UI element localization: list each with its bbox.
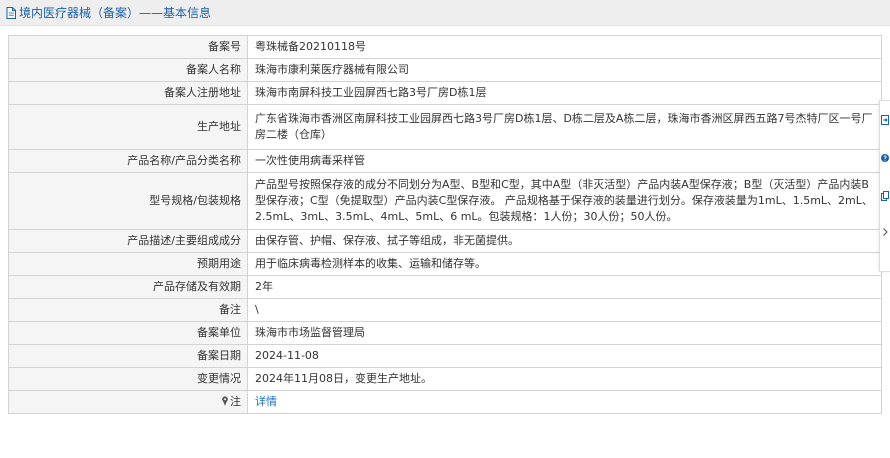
info-table: 备案号 粤珠械备20210118号 备案人名称 珠海市康利莱医疗器械有限公司 备… bbox=[8, 35, 882, 414]
row-label: 变更情况 bbox=[8, 367, 248, 391]
row-value: 珠海市康利莱医疗器械有限公司 bbox=[247, 58, 882, 82]
note-label: 注 bbox=[230, 395, 241, 408]
row-label: 产品存储及有效期 bbox=[8, 275, 248, 299]
row-value: 用于临床病毒检测样本的收集、运输和储存等。 bbox=[247, 252, 882, 276]
row-value: 珠海市市场监督管理局 bbox=[247, 321, 882, 345]
row-value: 2024-11-08 bbox=[247, 344, 882, 368]
row-value: 广东省珠海市香洲区南屏科技工业园屏西七路3号厂房D栋1层、D栋二层及A栋二层，珠… bbox=[247, 104, 882, 150]
row-label: 生产地址 bbox=[8, 104, 248, 150]
export-icon[interactable] bbox=[881, 115, 889, 125]
row-label: 备注 bbox=[8, 298, 248, 322]
row-label: 备案人名称 bbox=[8, 58, 248, 82]
table-row: 变更情况 2024年11月08日，变更生产地址。 bbox=[8, 367, 882, 391]
table-row: 产品存储及有效期 2年 bbox=[8, 275, 882, 299]
row-label: 预期用途 bbox=[8, 252, 248, 276]
table-row: 预期用途 用于临床病毒检测样本的收集、运输和储存等。 bbox=[8, 252, 882, 276]
row-value: 珠海市南屏科技工业园屏西七路3号厂房D栋1层 bbox=[247, 81, 882, 105]
table-row: 注 详情 bbox=[8, 390, 882, 414]
row-label: 备案号 bbox=[8, 35, 248, 59]
side-toolbar bbox=[879, 100, 890, 272]
table-row: 产品名称/产品分类名称 一次性使用病毒采样管 bbox=[8, 149, 882, 173]
row-label: 型号规格/包装规格 bbox=[8, 172, 248, 230]
table-row: 备注 \ bbox=[8, 298, 882, 322]
row-value: 一次性使用病毒采样管 bbox=[247, 149, 882, 173]
table-row: 备案人注册地址 珠海市南屏科技工业园屏西七路3号厂房D栋1层 bbox=[8, 81, 882, 105]
row-label: 产品名称/产品分类名称 bbox=[8, 149, 248, 173]
note-label-cell: 注 bbox=[8, 390, 248, 414]
table-row: 型号规格/包装规格 产品型号按照保存液的成分不同划分为A型、B型和C型，其中A型… bbox=[8, 172, 882, 230]
table-row: 生产地址 广东省珠海市香洲区南屏科技工业园屏西七路3号厂房D栋1层、D栋二层及A… bbox=[8, 104, 882, 150]
row-value: 产品型号按照保存液的成分不同划分为A型、B型和C型，其中A型（非灭活型）产品内装… bbox=[247, 172, 882, 230]
row-label: 产品描述/主要组成成分 bbox=[8, 229, 248, 253]
row-label: 备案人注册地址 bbox=[8, 81, 248, 105]
row-value: \ bbox=[247, 298, 882, 322]
table-row: 产品描述/主要组成成分 由保存管、护帽、保存液、拭子等组成，非无菌提供。 bbox=[8, 229, 882, 253]
chevron-right-icon[interactable] bbox=[881, 227, 889, 237]
document-icon bbox=[6, 6, 16, 19]
pin-icon bbox=[222, 396, 228, 406]
table-row: 备案号 粤珠械备20210118号 bbox=[8, 35, 882, 59]
row-value: 2024年11月08日，变更生产地址。 bbox=[247, 367, 882, 391]
page-title: 境内医疗器械（备案）——基本信息 bbox=[19, 6, 212, 20]
row-value: 2年 bbox=[247, 275, 882, 299]
row-label: 备案单位 bbox=[8, 321, 248, 345]
help-icon[interactable] bbox=[881, 153, 889, 163]
row-label: 备案日期 bbox=[8, 344, 248, 368]
row-value: 由保存管、护帽、保存液、拭子等组成，非无菌提供。 bbox=[247, 229, 882, 253]
details-link[interactable]: 详情 bbox=[255, 395, 277, 408]
table-row: 备案人名称 珠海市康利莱医疗器械有限公司 bbox=[8, 58, 882, 82]
table-row: 备案单位 珠海市市场监督管理局 bbox=[8, 321, 882, 345]
note-value-cell: 详情 bbox=[247, 390, 882, 414]
copy-icon[interactable] bbox=[881, 191, 889, 201]
table-row: 备案日期 2024-11-08 bbox=[8, 344, 882, 368]
page-header: 境内医疗器械（备案）——基本信息 bbox=[0, 0, 890, 26]
row-value: 粤珠械备20210118号 bbox=[247, 35, 882, 59]
